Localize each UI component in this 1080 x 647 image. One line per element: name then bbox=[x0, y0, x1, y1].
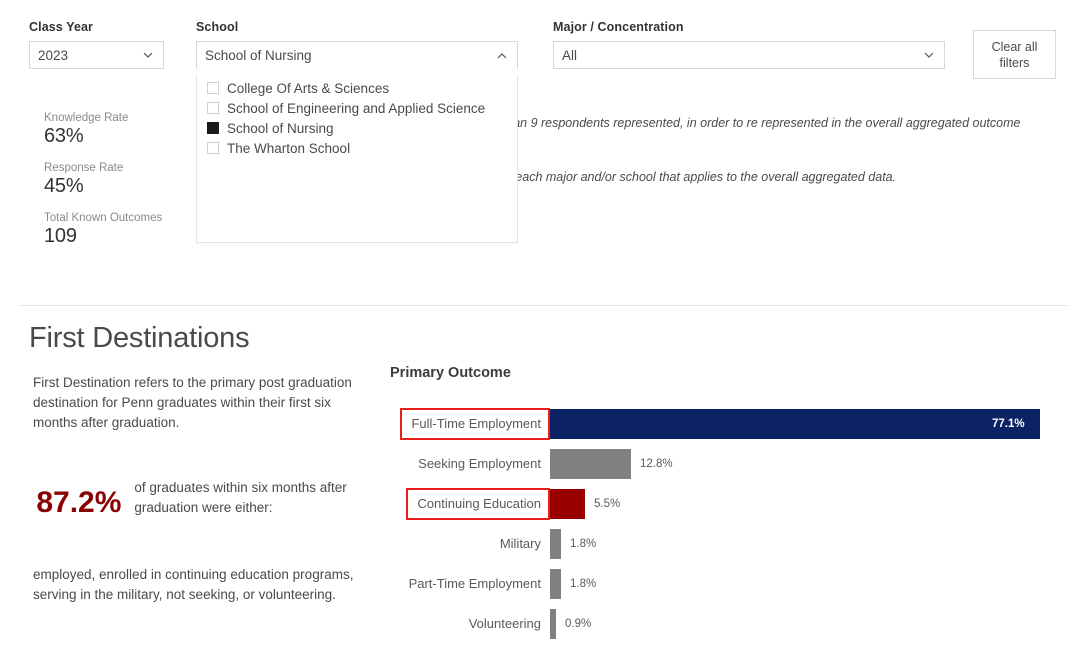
major-value: All bbox=[562, 47, 578, 63]
bar-category-cell: Full-Time Employment bbox=[390, 404, 550, 444]
major-label: Major / Concentration bbox=[553, 20, 684, 34]
checkbox-icon[interactable] bbox=[207, 142, 219, 154]
checkbox-checked-icon[interactable] bbox=[207, 122, 219, 134]
section-divider bbox=[19, 305, 1068, 306]
first-destinations-description: First Destination refers to the primary … bbox=[33, 375, 352, 430]
class-year-label: Class Year bbox=[29, 20, 94, 34]
bar-track: 5.5% bbox=[550, 484, 1040, 524]
bar-track: 12.8% bbox=[550, 444, 1040, 484]
page-title: First Destinations bbox=[29, 322, 250, 354]
school-dropdown-panel[interactable]: College Of Arts & Sciences School of Eng… bbox=[196, 75, 518, 243]
chevron-up-icon[interactable] bbox=[495, 49, 509, 63]
primary-outcome-bar-chart: Full-Time Employment 77.1% Seeking Employm… bbox=[390, 404, 1040, 644]
school-option-engineering-and-applied-science[interactable]: School of Engineering and Applied Scienc… bbox=[197, 98, 517, 118]
first-destinations-footer: employed, enrolled in continuing educati… bbox=[33, 567, 354, 602]
big-stat-text: of graduates within six months after gra… bbox=[134, 480, 347, 515]
school-option-the-wharton-school[interactable]: The Wharton School bbox=[197, 138, 517, 158]
bar-category-label[interactable]: Volunteering bbox=[458, 608, 550, 640]
bar-category-cell: Volunteering bbox=[390, 604, 550, 644]
bar-value-label: 1.8% bbox=[570, 538, 597, 550]
bar-category-cell: Military bbox=[390, 524, 550, 564]
school-option-school-of-nursing[interactable]: School of Nursing bbox=[197, 118, 517, 138]
chevron-down-icon[interactable] bbox=[141, 48, 155, 62]
chevron-down-icon[interactable] bbox=[922, 48, 936, 62]
bar-value-label: 5.5% bbox=[594, 498, 621, 510]
bar-category-label[interactable]: Part-Time Employment bbox=[398, 568, 550, 600]
bar-value-label: 0.9% bbox=[565, 618, 592, 630]
bar-row[interactable]: Volunteering 0.9% bbox=[390, 604, 1040, 644]
school-select[interactable]: School of Nursing bbox=[196, 41, 518, 69]
class-year-select[interactable]: 2023 bbox=[29, 41, 164, 69]
bar-value-label: 1.8% bbox=[570, 578, 597, 590]
bar-category-label[interactable]: Full-Time Employment bbox=[400, 408, 550, 440]
bar[interactable] bbox=[550, 569, 561, 599]
big-stat-row: 87.2% of graduates within six months aft… bbox=[33, 478, 363, 520]
school-option-label: School of Nursing bbox=[227, 120, 334, 136]
total-known-outcomes-label: Total Known Outcomes bbox=[44, 212, 163, 224]
bar[interactable] bbox=[550, 529, 561, 559]
class-year-filter-group: Class Year 2023 bbox=[29, 20, 164, 69]
bar[interactable] bbox=[550, 449, 631, 479]
knowledge-rate-label: Knowledge Rate bbox=[44, 112, 129, 124]
clear-all-filters-button[interactable]: Clear all filters bbox=[973, 30, 1056, 79]
school-value: School of Nursing bbox=[205, 48, 312, 63]
bar-category-cell: Continuing Education bbox=[390, 484, 550, 524]
bar-category-label[interactable]: Continuing Education bbox=[406, 488, 550, 520]
major-filter-group: Major / Concentration All bbox=[553, 20, 945, 69]
kpi-block: Knowledge Rate 63% Response Rate 45% Tot… bbox=[44, 112, 162, 248]
bar-category-cell: Seeking Employment bbox=[390, 444, 550, 484]
bar-row[interactable]: Full-Time Employment 77.1% bbox=[390, 404, 1040, 444]
checkbox-icon[interactable] bbox=[207, 82, 219, 94]
filter-bar: Class Year 2023 School School of Nursing… bbox=[0, 0, 1080, 306]
chart-title: Primary Outcome bbox=[390, 365, 511, 381]
clear-all-filters-label: Clear all filters bbox=[991, 39, 1038, 70]
response-rate-label: Response Rate bbox=[44, 162, 124, 174]
bar-category-label[interactable]: Seeking Employment bbox=[407, 448, 550, 480]
bar-category-label[interactable]: Military bbox=[489, 528, 550, 560]
class-year-value: 2023 bbox=[38, 47, 69, 63]
school-option-label: School of Engineering and Applied Scienc… bbox=[227, 100, 486, 116]
bar[interactable] bbox=[550, 609, 556, 639]
bar-value-label: 77.1% bbox=[992, 418, 1025, 430]
bar-row[interactable]: Continuing Education 5.5% bbox=[390, 484, 1040, 524]
school-option-label: The Wharton School bbox=[227, 140, 351, 156]
bar-category-cell: Part-Time Employment bbox=[390, 564, 550, 604]
total-known-outcomes-value: 109 bbox=[44, 225, 77, 247]
bar-track: 1.8% bbox=[550, 564, 1040, 604]
bar-track: 0.9% bbox=[550, 604, 1040, 644]
school-option-label: College Of Arts & Sciences bbox=[227, 80, 390, 96]
bar-track: 77.1% bbox=[550, 404, 1040, 444]
major-select[interactable]: All bbox=[553, 41, 945, 69]
bar-row[interactable]: Seeking Employment 12.8% bbox=[390, 444, 1040, 484]
response-rate-value: 45% bbox=[44, 175, 84, 197]
school-filter-group: School School of Nursing bbox=[196, 20, 518, 69]
school-option-college-of-arts-and-sciences[interactable]: College Of Arts & Sciences bbox=[197, 78, 517, 98]
bar-value-label: 12.8% bbox=[640, 458, 673, 470]
bar-row[interactable]: Military 1.8% bbox=[390, 524, 1040, 564]
bar[interactable] bbox=[550, 409, 1040, 439]
checkbox-icon[interactable] bbox=[207, 102, 219, 114]
bar[interactable] bbox=[550, 489, 585, 519]
big-stat-number: 87.2% bbox=[36, 486, 122, 519]
bar-row[interactable]: Part-Time Employment 1.8% bbox=[390, 564, 1040, 604]
knowledge-rate-value: 63% bbox=[44, 125, 84, 147]
school-label: School bbox=[196, 20, 239, 34]
bar-track: 1.8% bbox=[550, 524, 1040, 564]
